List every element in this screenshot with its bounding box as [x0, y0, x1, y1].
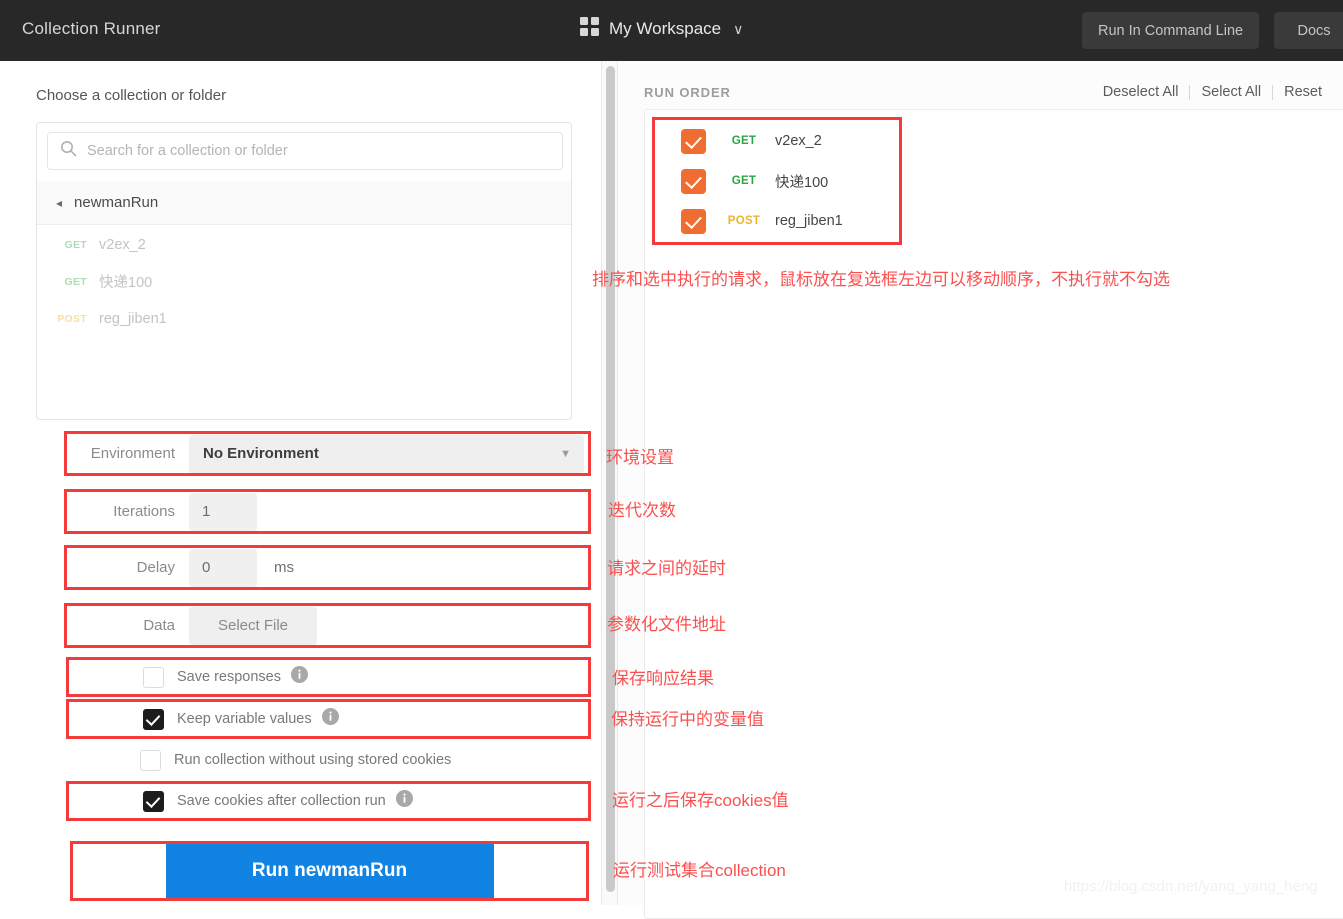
request-name: reg_jiben1 [775, 213, 843, 229]
run-without-cookies-checkbox[interactable] [140, 750, 161, 771]
run-order-list: GET v2ex_2 GET 快递100 POST reg_jiben1 [656, 121, 898, 241]
request-name: v2ex_2 [99, 237, 146, 253]
keep-variable-values-row: Keep variable values [66, 699, 591, 739]
list-item[interactable]: GET 快递100 [37, 263, 572, 300]
method-badge: GET [722, 135, 766, 147]
annotation-run-order: 排序和选中执行的请求，鼠标放在复选框左边可以移动顺序，不执行就不勾选 [592, 265, 1170, 290]
iterations-label: Iterations [67, 503, 189, 520]
stored-cookies-row: Run collection without using stored cook… [66, 740, 591, 780]
select-all-button[interactable]: Select All [1190, 84, 1272, 100]
list-item[interactable]: POST reg_jiben1 [37, 300, 572, 337]
request-name: 快递100 [99, 271, 152, 292]
annotation-run-collection: 运行测试集合collection [613, 856, 786, 881]
page-title: Collection Runner [22, 19, 161, 39]
method-badge: GET [45, 276, 87, 288]
chevron-down-icon: ∨ [733, 21, 743, 38]
search-input[interactable] [87, 133, 562, 169]
back-arrow-icon: ◂ [56, 196, 62, 210]
run-order-checkbox[interactable] [681, 169, 706, 194]
delay-input[interactable] [189, 549, 257, 587]
run-without-cookies-label: Run collection without using stored cook… [174, 752, 451, 768]
list-item[interactable]: GET v2ex_2 [37, 226, 572, 263]
collection-chooser: ◂ newmanRun GET v2ex_2 GET 快递100 POST re… [36, 122, 572, 420]
reset-button[interactable]: Reset [1273, 84, 1333, 100]
request-name: reg_jiben1 [99, 311, 167, 327]
request-name: v2ex_2 [775, 133, 822, 149]
iterations-row: Iterations [64, 489, 591, 534]
run-order-title: RUN ORDER [644, 85, 731, 100]
environment-value: No Environment [203, 445, 319, 462]
scrollbar-thumb[interactable] [606, 66, 615, 892]
keep-variable-values-checkbox[interactable] [143, 709, 164, 730]
annotation-environment: 环境设置 [606, 443, 674, 468]
request-list: GET v2ex_2 GET 快递100 POST reg_jiben1 [37, 226, 572, 337]
breadcrumb-label: newmanRun [74, 194, 158, 211]
keep-variable-values-label: Keep variable values [177, 711, 312, 727]
iterations-input[interactable] [189, 493, 257, 531]
save-responses-row: Save responses [66, 657, 591, 697]
right-panel: RUN ORDER Deselect All Select All Reset … [618, 61, 1343, 905]
workspace-selector[interactable]: My Workspace ∨ [580, 17, 743, 41]
save-cookies-label: Save cookies after collection run [177, 793, 386, 809]
delay-row: Delay ms [64, 545, 591, 590]
save-cookies-checkbox[interactable] [143, 791, 164, 812]
method-badge: GET [722, 175, 766, 187]
run-order-checkbox[interactable] [681, 129, 706, 154]
run-order-actions: Deselect All Select All Reset [1092, 84, 1333, 100]
breadcrumb[interactable]: ◂ newmanRun [37, 181, 572, 225]
run-order-item[interactable]: GET v2ex_2 [656, 121, 898, 161]
delay-label: Delay [67, 559, 189, 576]
watermark: https://blog.csdn.net/yang_yang_heng [1064, 878, 1318, 895]
save-responses-checkbox[interactable] [143, 667, 164, 688]
docs-button[interactable]: Docs [1274, 12, 1343, 49]
save-responses-label: Save responses [177, 669, 281, 685]
select-file-button[interactable]: Select File [189, 607, 317, 645]
annotation-iterations: 迭代次数 [608, 496, 676, 521]
run-order-checkbox[interactable] [681, 209, 706, 234]
info-icon[interactable] [396, 790, 413, 812]
grid-icon [580, 17, 599, 41]
run-order-item[interactable]: GET 快递100 [656, 161, 898, 201]
method-badge: POST [45, 313, 87, 325]
deselect-all-button[interactable]: Deselect All [1092, 84, 1190, 100]
search-icon [60, 140, 77, 162]
data-row: Data Select File [64, 603, 591, 648]
annotation-keep-variables: 保持运行中的变量值 [611, 705, 764, 730]
workspace-name: My Workspace [609, 19, 721, 39]
environment-label: Environment [67, 445, 189, 462]
choose-collection-label: Choose a collection or folder [36, 87, 226, 104]
run-collection-button[interactable]: Run newmanRun [166, 844, 494, 898]
method-badge: POST [722, 215, 766, 227]
annotation-delay: 请求之间的延时 [607, 554, 726, 579]
run-in-command-line-button[interactable]: Run In Command Line [1082, 12, 1259, 49]
info-icon[interactable] [291, 666, 308, 688]
save-cookies-row: Save cookies after collection run [66, 781, 591, 821]
search-box[interactable] [47, 132, 563, 170]
data-label: Data [67, 617, 189, 634]
annotation-save-cookies: 运行之后保存cookies值 [612, 786, 789, 811]
info-icon[interactable] [322, 708, 339, 730]
top-bar: Collection Runner My Workspace ∨ Run In … [0, 0, 1343, 61]
chevron-down-icon: ▼ [560, 448, 571, 460]
environment-select[interactable]: No Environment ▼ [189, 435, 584, 473]
environment-row: Environment No Environment ▼ [64, 431, 591, 476]
run-order-item[interactable]: POST reg_jiben1 [656, 201, 898, 241]
annotation-save-responses: 保存响应结果 [612, 664, 714, 689]
delay-unit-label: ms [274, 559, 294, 576]
request-name: 快递100 [775, 171, 828, 192]
run-button-container: Run newmanRun [70, 841, 589, 901]
annotation-data: 参数化文件地址 [607, 610, 726, 635]
method-badge: GET [45, 239, 87, 251]
